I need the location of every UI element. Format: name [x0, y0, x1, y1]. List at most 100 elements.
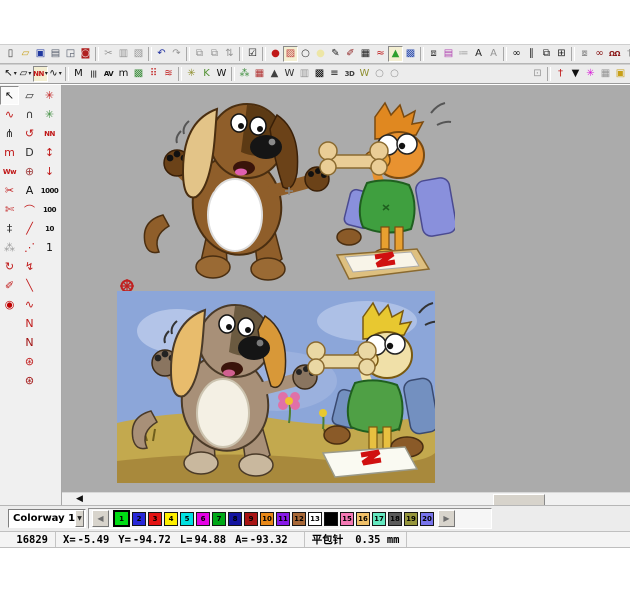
oval1-tool[interactable]: ○: [372, 66, 387, 82]
color-chip-1[interactable]: 1: [113, 510, 130, 527]
stitch-hatch-green[interactable]: ▩: [131, 66, 146, 82]
xw-zigzag-tool[interactable]: W: [214, 66, 229, 82]
diag-dots-tool[interactable]: ⋰: [20, 238, 39, 257]
freeform-select-tool[interactable]: ∿: [0, 105, 19, 124]
diag-dash-tool[interactable]: ╲: [20, 276, 39, 295]
print-button[interactable]: ▤: [48, 46, 63, 62]
stitch-m[interactable]: m: [116, 66, 131, 82]
link1-button[interactable]: ∞: [509, 46, 524, 62]
density-10-tool[interactable]: 10: [40, 219, 59, 238]
lettering2-button[interactable]: A: [486, 46, 501, 62]
stitch-dots-red[interactable]: ⠿: [146, 66, 161, 82]
color-chip-18[interactable]: 18: [388, 512, 402, 526]
new-button[interactable]: ▯: [3, 46, 18, 62]
swap-button[interactable]: ⇅: [222, 46, 237, 62]
rotate-c-tool[interactable]: ↺: [20, 124, 39, 143]
fan-tool[interactable]: ⁂: [237, 66, 252, 82]
wheel-tool[interactable]: ⊛: [20, 371, 39, 390]
stitch-zigzag[interactable]: M: [71, 66, 86, 82]
gear-tool[interactable]: ✳: [184, 66, 199, 82]
zigzag-w-tool[interactable]: ∿: [20, 295, 39, 314]
outline-fill-tool[interactable]: ○: [298, 46, 313, 62]
copy-button[interactable]: ▥: [116, 46, 131, 62]
flower-magenta-tool[interactable]: ✳: [583, 66, 598, 82]
design-canvas[interactable]: [62, 85, 630, 492]
color-grid-button[interactable]: ▤: [441, 46, 456, 62]
filter-down-tool[interactable]: ▼: [568, 66, 583, 82]
pin-gray-button[interactable]: †: [622, 46, 630, 62]
node-edit-tool[interactable]: ▱ ▾: [18, 66, 33, 82]
flower-red-tool[interactable]: ✳: [40, 86, 59, 105]
reshape-tool[interactable]: ▱: [20, 86, 39, 105]
w-olive-tool[interactable]: W: [357, 66, 372, 82]
link4-button[interactable]: ⊞: [554, 46, 569, 62]
density-100-tool[interactable]: 100: [40, 200, 59, 219]
wm-tool[interactable]: W: [282, 66, 297, 82]
color-chip-3[interactable]: 3: [148, 512, 162, 526]
zigzag-nnn-tool[interactable]: NN: [40, 124, 59, 143]
m-scissors-tool[interactable]: ✂: [0, 181, 19, 200]
color-chip-12[interactable]: 12: [292, 512, 306, 526]
letter-d-tool[interactable]: D: [20, 143, 39, 162]
chevron-down-icon[interactable]: ▼: [75, 510, 84, 527]
paste-button[interactable]: ▧: [131, 46, 146, 62]
fan-gray-tool[interactable]: ⁂: [0, 238, 19, 257]
rotate-oval-tool[interactable]: ↻: [0, 257, 19, 276]
color-chip-13[interactable]: 13: [308, 512, 322, 526]
sequence-list-button[interactable]: ≔: [456, 46, 471, 62]
link3-button[interactable]: ⧉: [539, 46, 554, 62]
color-chip-15[interactable]: 15: [340, 512, 354, 526]
redo-button[interactable]: ↷: [169, 46, 184, 62]
color-chip-6[interactable]: 6: [196, 512, 210, 526]
pin-red-tool[interactable]: †: [553, 66, 568, 82]
needle-tool[interactable]: ✐: [343, 46, 358, 62]
grid-m-tool[interactable]: ▦: [252, 66, 267, 82]
color-chip-19[interactable]: 19: [404, 512, 418, 526]
color-chip-10[interactable]: 10: [260, 512, 274, 526]
two-wheels-tool[interactable]: ⊛: [20, 352, 39, 371]
landscape-tool[interactable]: ▲: [388, 46, 403, 62]
transform-button[interactable]: ⧉: [192, 46, 207, 62]
save-button[interactable]: ▣: [33, 46, 48, 62]
palette-prev-button[interactable]: ◀: [92, 510, 109, 527]
satin-fill-tool[interactable]: ●: [268, 46, 283, 62]
colorway-select[interactable]: Colorway 1 ▼: [8, 509, 86, 528]
color-chip-8[interactable]: 8: [228, 512, 242, 526]
checker-tool[interactable]: ▩: [312, 66, 327, 82]
reference-image[interactable]: [117, 291, 435, 483]
dash-arrow-tool[interactable]: ↓: [40, 162, 59, 181]
3d-tool[interactable]: 3D: [342, 66, 357, 82]
scroll-left-icon[interactable]: ◀: [76, 493, 83, 505]
color-chip-5[interactable]: 5: [180, 512, 194, 526]
arch2-tool[interactable]: ⌒: [20, 200, 39, 219]
k-hatch-tool[interactable]: K: [199, 66, 214, 82]
color-chip-9[interactable]: 9: [244, 512, 258, 526]
link2-button[interactable]: ∥: [524, 46, 539, 62]
stitch-wave-red[interactable]: ≋: [161, 66, 176, 82]
triangle-a-tool[interactable]: ▲: [267, 66, 282, 82]
n-stitch-tool[interactable]: N: [20, 314, 39, 333]
cut-button[interactable]: ✂: [101, 46, 116, 62]
pencil-tool[interactable]: ✎: [328, 46, 343, 62]
zigzag-arrow-tool[interactable]: ↯: [20, 257, 39, 276]
horizontal-scrollbar[interactable]: ◀: [62, 492, 630, 505]
scissors-path-tool[interactable]: ✄: [0, 200, 19, 219]
wave-fill-tool[interactable]: ≈: [373, 46, 388, 62]
oval2-tool[interactable]: ○: [387, 66, 402, 82]
image-tool[interactable]: ▩: [403, 46, 418, 62]
arch-tool[interactable]: ∩: [20, 105, 39, 124]
m-cursor-tool[interactable]: m: [0, 143, 19, 162]
pin-yellow-tool[interactable]: ✐: [0, 276, 19, 295]
color-chip-17[interactable]: 17: [372, 512, 386, 526]
measure-tool[interactable]: ‡: [0, 219, 19, 238]
hatch-fill-tool[interactable]: ▨: [283, 46, 298, 62]
density-1000-tool[interactable]: 1000: [40, 181, 59, 200]
n-bold-stitch-tool[interactable]: N: [20, 333, 39, 352]
density-1-tool[interactable]: 1: [40, 238, 59, 257]
stop-hand-tool[interactable]: ◉: [0, 295, 19, 314]
lettering-button[interactable]: A: [471, 46, 486, 62]
print-preview-button[interactable]: ◲: [63, 46, 78, 62]
open-button[interactable]: ▱: [18, 46, 33, 62]
lines-tool[interactable]: ≡: [327, 66, 342, 82]
import-image-button[interactable]: ◙: [78, 46, 93, 62]
